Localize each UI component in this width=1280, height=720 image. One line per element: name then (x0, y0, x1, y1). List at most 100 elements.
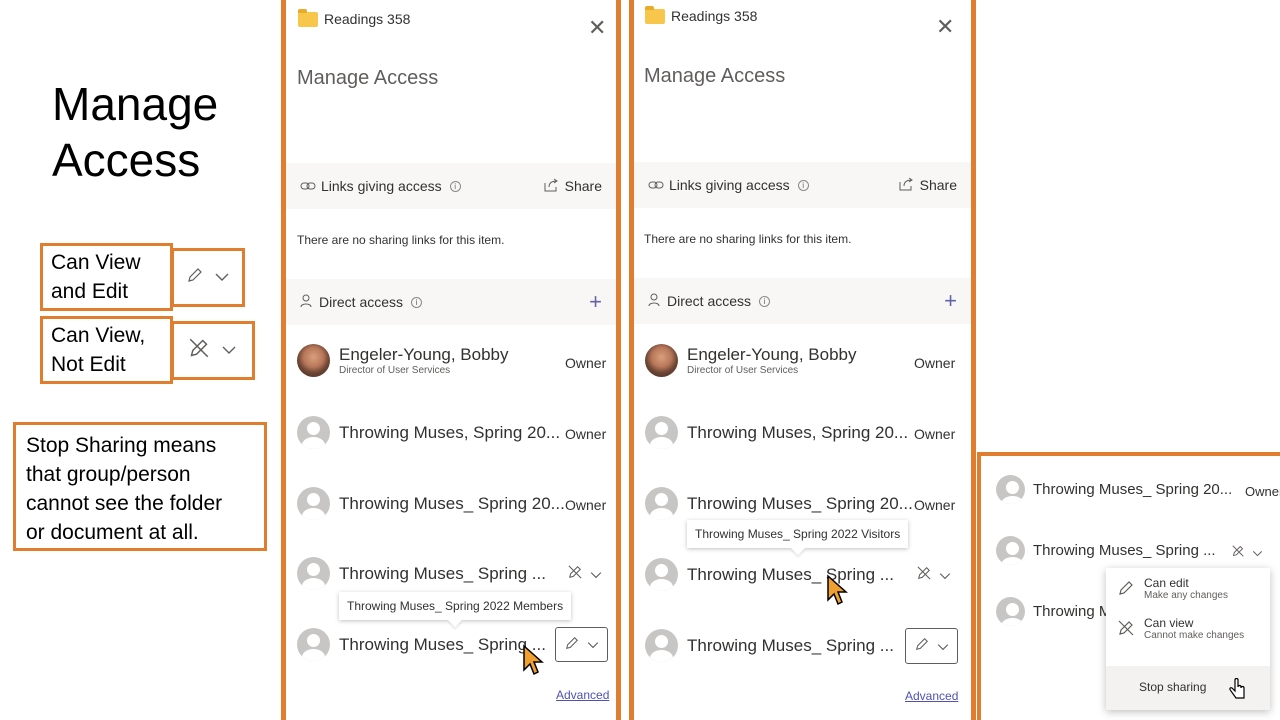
list-item[interactable]: Throwing Muses_ Spring 20... (645, 487, 913, 520)
avatar (645, 487, 678, 520)
info-icon[interactable]: i (797, 179, 809, 191)
can-edit-desc: Make any changes (1144, 590, 1228, 601)
avatar (645, 344, 678, 377)
person-name: Throwing M (1033, 603, 1112, 620)
person-name: Throwing Muses_ Spring 20... (1033, 481, 1233, 498)
share-label: Share (919, 177, 957, 193)
no-links-text: There are no sharing links for this item… (297, 233, 505, 247)
avatar (297, 628, 330, 661)
tooltip: Throwing Muses_ Spring 2022 Visitors (687, 520, 909, 548)
share-button[interactable]: Share (898, 177, 957, 194)
pencil-icon (915, 637, 929, 655)
list-item[interactable]: Throwing Muses_ Spring ... (996, 536, 1216, 565)
person-subtitle: Director of User Services (339, 365, 451, 376)
hand-cursor-icon (1229, 678, 1245, 699)
list-item[interactable]: Throwing Muses_ Spring 20... (297, 487, 565, 520)
share-button[interactable]: Share (543, 178, 602, 195)
folder-name: Readings 358 (324, 11, 411, 27)
list-item[interactable]: Throwing Muses_ Spring ... (297, 557, 546, 590)
share-icon (543, 178, 559, 195)
close-icon[interactable]: ✕ (588, 17, 606, 39)
no-links-text: There are no sharing links for this item… (644, 232, 852, 246)
avatar (297, 344, 330, 377)
advanced-link[interactable]: Advanced (905, 689, 958, 703)
chevron-down-icon (1252, 544, 1263, 561)
avatar (645, 416, 678, 449)
can-view-icon-box (171, 321, 255, 380)
avatar (297, 557, 330, 590)
pencil-icon (565, 636, 579, 654)
role-label: Owner (565, 497, 607, 513)
list-item[interactable]: Throwing Muses, Spring 20... (645, 416, 908, 449)
person-icon (300, 294, 314, 311)
permission-dropdown[interactable] (568, 565, 602, 583)
permission-dropdown[interactable] (1232, 544, 1263, 561)
direct-heading: Direct access (319, 294, 404, 310)
person-name: Throwing Muses_ Spring 20... (687, 493, 913, 513)
folder-header: Readings 358 (298, 8, 411, 27)
list-item[interactable]: Engeler-Young, Bobby Director of User Se… (645, 344, 857, 377)
list-item[interactable]: Throwing Muses_ Spring ... (297, 628, 546, 661)
link-icon (648, 177, 664, 193)
person-name: Throwing Muses_ Spring ... (1033, 542, 1216, 559)
folder-icon (645, 5, 665, 24)
link-icon (300, 178, 316, 194)
role-label: Owner (914, 497, 956, 513)
can-edit-title: Can edit (1144, 576, 1189, 590)
can-view-desc: Cannot make changes (1144, 630, 1245, 641)
no-edit-icon (1232, 544, 1244, 561)
list-item[interactable]: Throwing Muses_ Spring ... (645, 629, 894, 662)
panel-title: Manage Access (644, 65, 786, 87)
list-item[interactable]: Engeler-Young, Bobby Director of User Se… (297, 344, 509, 377)
list-item[interactable]: Throwing Muses_ Spring ... (645, 558, 894, 591)
pencil-icon (1118, 580, 1134, 601)
person-name: Throwing Muses, Spring 20... (339, 422, 561, 442)
permission-dropdown[interactable] (905, 628, 958, 664)
advanced-link[interactable]: Advanced (556, 688, 609, 702)
no-edit-icon (1118, 620, 1134, 641)
permission-dropdown[interactable] (555, 627, 608, 662)
info-icon[interactable]: i (449, 180, 461, 192)
no-edit-icon (189, 338, 209, 363)
chevron-down-icon (590, 566, 602, 583)
avatar (645, 629, 678, 662)
direct-access-header: Direct access i + (286, 279, 616, 325)
close-icon[interactable]: ✕ (936, 16, 954, 38)
folder-icon (298, 8, 318, 27)
mouse-cursor-icon (827, 574, 848, 606)
role-label: Owner (914, 355, 956, 371)
avatar (996, 475, 1025, 504)
share-icon (898, 177, 914, 194)
list-item[interactable]: Throwing Muses_ Spring 20... (996, 475, 1232, 504)
person-name: Engeler-Young, Bobby (687, 345, 857, 364)
can-edit-icon-box (171, 248, 245, 307)
manage-access-panel-1: Readings 358 ✕ Manage Access Links givin… (281, 0, 621, 720)
plus-icon[interactable]: + (944, 288, 957, 314)
mouse-cursor-icon (523, 644, 544, 676)
share-label: Share (564, 178, 602, 194)
folder-name: Readings 358 (671, 8, 758, 24)
avatar (297, 487, 330, 520)
manage-access-panel-2: Readings 358 ✕ Manage Access Links givin… (629, 0, 976, 720)
plus-icon[interactable]: + (589, 289, 602, 315)
avatar (996, 536, 1025, 565)
stop-sharing-note: Stop Sharing means that group/person can… (13, 422, 267, 551)
chevron-down-icon (587, 636, 599, 653)
folder-header: Readings 358 (645, 5, 758, 24)
info-icon[interactable]: i (411, 296, 423, 308)
chevron-down-icon (215, 269, 229, 287)
role-label: Owner (565, 355, 607, 371)
links-heading: Links giving access (669, 177, 790, 193)
list-item[interactable]: Throwing Muses, Spring 20... (297, 416, 560, 449)
person-name: Engeler-Young, Bobby (339, 345, 509, 364)
info-icon[interactable]: i (759, 295, 771, 307)
links-heading: Links giving access (321, 178, 442, 194)
can-view-option[interactable]: Can view Cannot make changes (1106, 607, 1270, 647)
avatar (996, 597, 1025, 626)
permission-dropdown[interactable] (917, 566, 951, 584)
can-edit-option[interactable]: Can edit Make any changes (1106, 568, 1270, 607)
list-item[interactable]: Throwing M (996, 597, 1111, 626)
tooltip: Throwing Muses_ Spring 2022 Members (339, 592, 572, 620)
person-name: Throwing Muses_ Spring ... (687, 635, 894, 655)
direct-access-header: Direct access i + (634, 278, 971, 324)
